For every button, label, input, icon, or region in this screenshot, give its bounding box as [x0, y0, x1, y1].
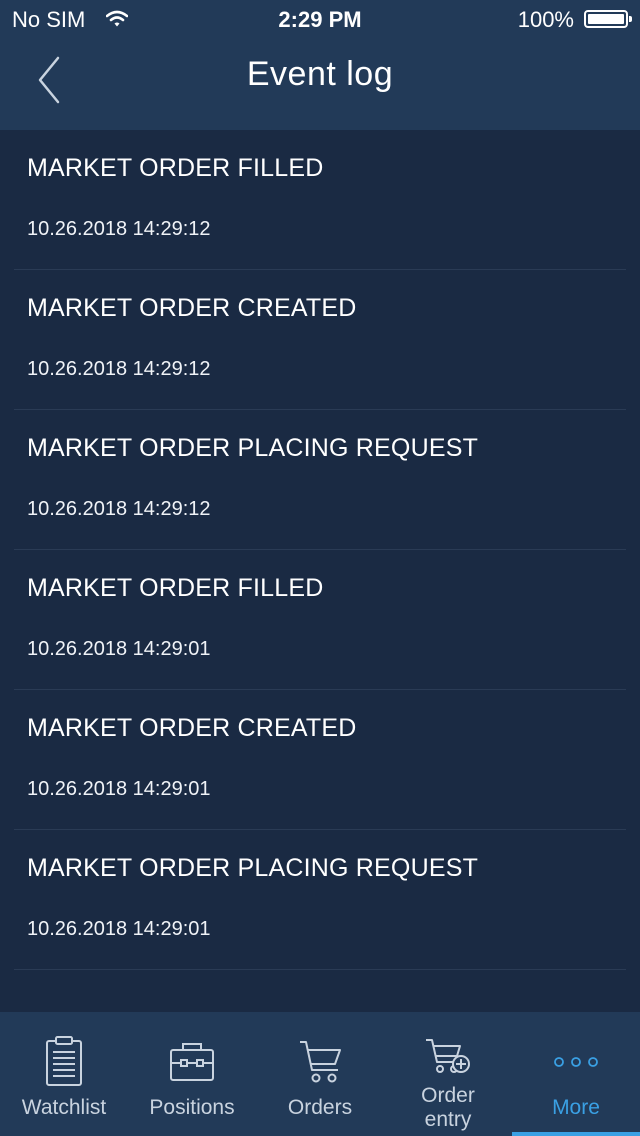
event-title: MARKET ORDER PLACING REQUEST: [27, 434, 479, 462]
event-timestamp: 10.26.2018 14:29:12: [27, 358, 211, 380]
briefcase-icon: [128, 1036, 256, 1092]
event-title: MARKET ORDER PLACING REQUEST: [27, 854, 479, 882]
event-timestamp: 10.26.2018 14:29:01: [27, 638, 211, 660]
event-row[interactable]: MARKET ORDER PLACING REQUEST 10.26.2018 …: [14, 830, 626, 970]
navigation-bar: Event log: [0, 40, 640, 130]
event-timestamp: 10.26.2018 14:29:01: [27, 918, 211, 940]
tab-label: More: [552, 1096, 600, 1119]
event-title: MARKET ORDER FILLED: [27, 574, 324, 602]
tab-label: Orders: [287, 1096, 353, 1119]
tab-label-line2: entry: [424, 1108, 472, 1131]
tab-label-line1: Order: [421, 1084, 475, 1107]
clipboard-icon: [0, 1036, 128, 1092]
tab-bar: Watchlist Positions Orders Order entry M…: [0, 1012, 640, 1136]
event-timestamp: 10.26.2018 14:29:12: [27, 218, 211, 240]
battery-percent: 100%: [517, 7, 574, 32]
status-bar: No SIM 2:29 PM 100%: [0, 0, 640, 40]
shopping-cart-icon: [256, 1036, 384, 1092]
event-row[interactable]: MARKET ORDER CREATED 10.26.2018 14:29:12: [14, 270, 626, 410]
more-dots-icon: [512, 1036, 640, 1092]
tab-orders[interactable]: Orders: [256, 1012, 384, 1136]
event-row[interactable]: MARKET ORDER CREATED 10.26.2018 14:29:01: [14, 690, 626, 830]
event-title: MARKET ORDER CREATED: [27, 294, 357, 322]
event-timestamp: 10.26.2018 14:29:12: [27, 498, 211, 520]
event-timestamp: 10.26.2018 14:29:01: [27, 778, 211, 800]
event-row[interactable]: MARKET ORDER FILLED 10.26.2018 14:29:12: [14, 130, 626, 270]
event-row[interactable]: MARKET ORDER PLACING REQUEST 10.26.2018 …: [14, 410, 626, 550]
page-title: Event log: [246, 55, 394, 93]
chevron-left-icon: [30, 56, 74, 112]
tab-label: Positions: [149, 1096, 235, 1119]
event-title: MARKET ORDER CREATED: [27, 714, 357, 742]
tab-more[interactable]: More: [512, 1012, 640, 1136]
tab-label: Watchlist: [21, 1096, 107, 1119]
event-list[interactable]: MARKET ORDER FILLED 10.26.2018 14:29:12 …: [0, 130, 640, 1012]
event-row[interactable]: MARKET ORDER FILLED 10.26.2018 14:29:01: [14, 550, 626, 690]
tab-watchlist[interactable]: Watchlist: [0, 1012, 128, 1136]
tab-order-entry[interactable]: Order entry: [384, 1012, 512, 1136]
battery-icon: [584, 10, 632, 28]
event-title: MARKET ORDER FILLED: [27, 154, 324, 182]
tab-positions[interactable]: Positions: [128, 1012, 256, 1136]
active-tab-indicator: [512, 1132, 640, 1136]
